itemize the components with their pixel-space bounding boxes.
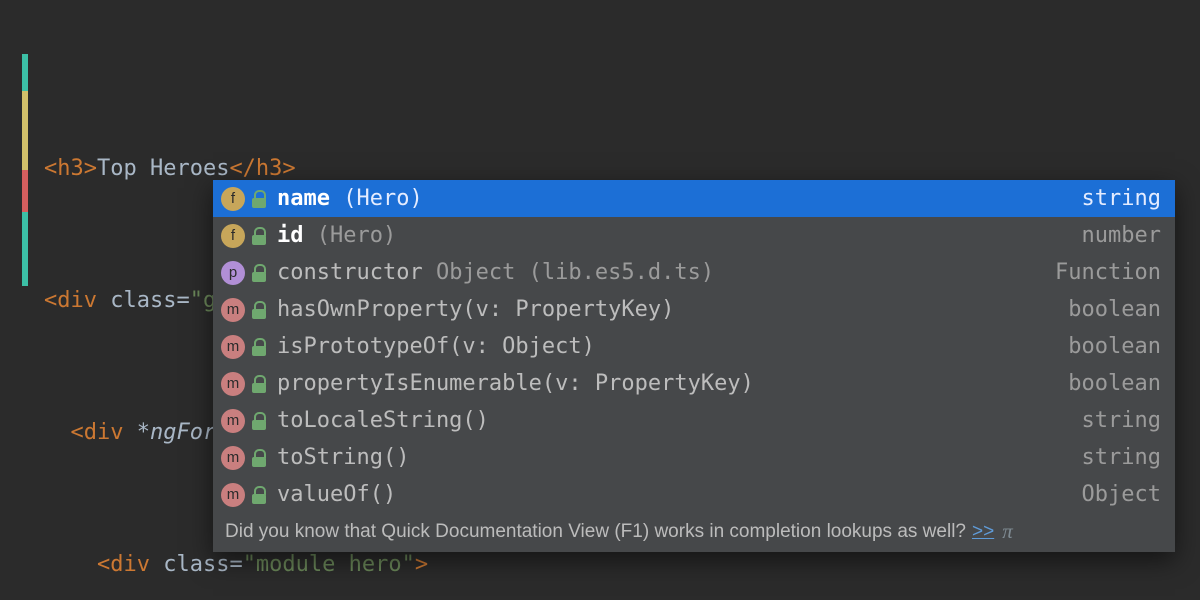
- lock-icon: [251, 449, 267, 467]
- completion-item[interactable]: m hasOwnProperty(v: PropertyKey)boolean: [213, 291, 1175, 328]
- completion-label: toString(): [277, 445, 1082, 470]
- completion-return-type: boolean: [1068, 371, 1161, 396]
- completion-label: valueOf(): [277, 482, 1082, 507]
- completion-return-type: Object: [1082, 482, 1161, 507]
- hint-link[interactable]: >>: [972, 521, 994, 543]
- completion-return-type: Function: [1055, 260, 1161, 285]
- completion-label: isPrototypeOf(v: Object): [277, 334, 1068, 359]
- lock-icon: [251, 375, 267, 393]
- completion-return-type: string: [1082, 408, 1161, 433]
- completion-item[interactable]: m propertyIsEnumerable(v: PropertyKey)boo…: [213, 365, 1175, 402]
- completion-item[interactable]: m isPrototypeOf(v: Object)boolean: [213, 328, 1175, 365]
- completion-item[interactable]: m valueOf()Object: [213, 476, 1175, 513]
- completion-item[interactable]: m toLocaleString()string: [213, 402, 1175, 439]
- completion-return-type: boolean: [1068, 334, 1161, 359]
- completion-popup: fname (Hero)stringfid (Hero)numberpconst…: [213, 180, 1175, 552]
- completion-item[interactable]: m toString()string: [213, 439, 1175, 476]
- kind-badge-icon: m: [221, 298, 245, 322]
- change-gutter: [22, 54, 28, 286]
- completion-label: id (Hero): [277, 223, 1082, 248]
- completion-label: constructor Object (lib.es5.d.ts): [277, 260, 1055, 285]
- completion-return-type: string: [1082, 186, 1161, 211]
- lock-icon: [251, 227, 267, 245]
- completion-return-type: boolean: [1068, 297, 1161, 322]
- pi-icon[interactable]: π: [1002, 519, 1013, 544]
- kind-badge-icon: f: [221, 187, 245, 211]
- completion-hint: Did you know that Quick Documentation Vi…: [213, 513, 1175, 552]
- kind-badge-icon: m: [221, 335, 245, 359]
- code-line: <div class="module hero">: [22, 548, 1200, 581]
- lock-icon: [251, 190, 267, 208]
- completion-label: hasOwnProperty(v: PropertyKey): [277, 297, 1068, 322]
- kind-badge-icon: m: [221, 409, 245, 433]
- completion-label: name (Hero): [277, 186, 1082, 211]
- completion-item[interactable]: p constructor Object (lib.es5.d.ts)Functi…: [213, 254, 1175, 291]
- kind-badge-icon: m: [221, 483, 245, 507]
- lock-icon: [251, 412, 267, 430]
- completion-label: propertyIsEnumerable(v: PropertyKey): [277, 371, 1068, 396]
- completion-return-type: string: [1082, 445, 1161, 470]
- hint-text: Did you know that Quick Documentation Vi…: [225, 521, 966, 543]
- lock-icon: [251, 301, 267, 319]
- completion-return-type: number: [1082, 223, 1161, 248]
- completion-item[interactable]: f name (Hero)string: [213, 180, 1175, 217]
- lock-icon: [251, 486, 267, 504]
- kind-badge-icon: m: [221, 446, 245, 470]
- lock-icon: [251, 338, 267, 356]
- kind-badge-icon: f: [221, 224, 245, 248]
- lock-icon: [251, 264, 267, 282]
- kind-badge-icon: m: [221, 372, 245, 396]
- completion-item[interactable]: f id (Hero)number: [213, 217, 1175, 254]
- kind-badge-icon: p: [221, 261, 245, 285]
- completion-label: toLocaleString(): [277, 408, 1082, 433]
